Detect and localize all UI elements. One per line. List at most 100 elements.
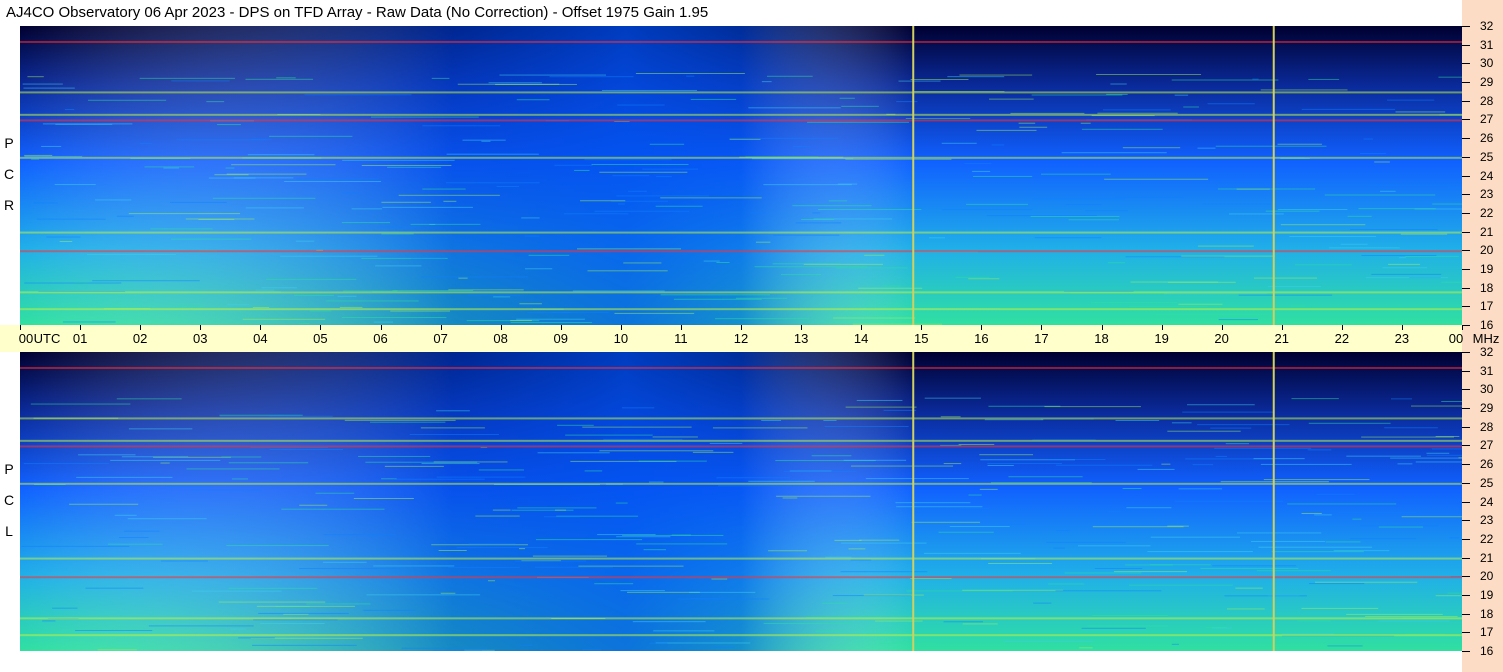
lcp-noise-streak	[962, 589, 1064, 591]
rcp-noise-streak	[898, 80, 941, 82]
rcp-noise-streak	[62, 321, 116, 323]
frequency-tick-label: 16	[1480, 318, 1494, 332]
lcp-noise-streak	[369, 421, 446, 423]
lcp-noise-streak	[69, 503, 139, 505]
lcp-noise-streak	[1192, 464, 1214, 466]
rcp-noise-streak	[554, 164, 593, 166]
lcp-noise-streak	[943, 463, 962, 465]
time-tick-label: 09	[553, 331, 568, 346]
lcp-noise-streak	[1077, 545, 1151, 547]
rcp-noise-streak	[1030, 216, 1120, 218]
lcp-noise-streak	[1055, 590, 1162, 592]
lcp-noise-streak	[1178, 488, 1223, 490]
lcp-noise-streak	[363, 609, 415, 611]
rcp-noise-streak	[208, 177, 256, 179]
lcp-noise-streak	[519, 645, 534, 647]
rcp-noise-streak	[1277, 143, 1322, 145]
rcp-noise-streak	[660, 294, 770, 296]
lcp-noise-streak	[393, 478, 485, 480]
rcp-noise-streak	[242, 318, 326, 320]
rcp-noise-streak	[1097, 112, 1178, 114]
rcp-noise-streak	[24, 154, 53, 156]
lcp-noise-streak	[856, 399, 903, 401]
lcp-noise-streak	[1212, 627, 1232, 629]
rcp-noise-streak	[516, 99, 550, 101]
lcp-noise-streak	[584, 470, 603, 472]
frequency-tick-label: 16	[1480, 644, 1494, 658]
frequency-tick	[1462, 325, 1470, 326]
rcp-noise-streak	[1110, 83, 1127, 85]
lcp-noise-streak	[436, 476, 526, 478]
rcp-noise-streak	[929, 237, 946, 239]
lcp-band-line	[20, 366, 1462, 369]
lcp-noise-streak	[186, 468, 280, 470]
lcp-noise-streak	[1215, 455, 1227, 457]
frequency-tick	[1462, 231, 1470, 233]
frequency-tick-label: 22	[1480, 531, 1494, 546]
lcp-noise-streak	[1220, 481, 1329, 483]
time-tick-label: 00	[1448, 331, 1464, 346]
lcp-noise-streak	[1056, 530, 1070, 532]
rcp-noise-streak	[1238, 294, 1333, 296]
rcp-noise-streak	[959, 74, 1033, 76]
rcp-noise-streak	[462, 139, 506, 141]
lcp-noise-streak	[436, 410, 470, 412]
rcp-daytime-overlay	[20, 26, 1462, 325]
rcp-noise-streak	[276, 77, 296, 79]
rcp-noise-streak	[24, 282, 122, 284]
rcp-noise-streak	[642, 168, 699, 170]
rcp-noise-streak	[510, 322, 592, 324]
rcp-noise-streak	[976, 129, 1037, 131]
frequency-tick-label: 21	[1480, 224, 1494, 239]
lcp-noise-streak	[1129, 584, 1233, 586]
lcp-noise-streak	[763, 622, 852, 624]
rcp-noise-streak	[296, 178, 379, 180]
frequency-tick-label: 30	[1480, 56, 1494, 71]
frequency-tick	[1462, 156, 1470, 158]
time-tick	[620, 325, 622, 330]
rcp-noise-streak	[955, 276, 990, 278]
rcp-noise-streak	[488, 82, 542, 84]
rcp-noise-streak	[1061, 152, 1167, 154]
rcp-noise-streak	[23, 87, 75, 89]
lcp-noise-streak	[1053, 547, 1065, 549]
rcp-noise-streak	[1399, 257, 1406, 259]
time-tick	[741, 325, 742, 330]
lcp-noise-streak	[1224, 595, 1307, 597]
lcp-vertical-marker	[1272, 352, 1275, 651]
lcp-noise-streak	[622, 534, 724, 536]
lcp-noise-streak	[1064, 572, 1142, 574]
rcp-noise-streak	[245, 207, 305, 209]
lcp-noise-streak	[433, 461, 508, 463]
rcp-noise-streak	[989, 98, 1034, 100]
time-tick-label: 20	[1214, 331, 1229, 346]
time-tick-label: 00	[18, 331, 34, 346]
rcp-noise-streak	[1268, 286, 1321, 288]
lcp-letter-l: L	[5, 523, 13, 539]
rcp-noise-streak	[342, 159, 455, 161]
lcp-noise-streak	[78, 454, 136, 456]
rcp-noise-streak	[1202, 203, 1271, 205]
lcp-noise-streak	[1359, 525, 1439, 527]
rcp-noise-streak	[387, 166, 442, 168]
rcp-vertical-marker	[1272, 26, 1275, 325]
rcp-noise-streak	[176, 139, 267, 141]
lcp-noise-streak	[718, 485, 815, 487]
frequency-tick	[1462, 100, 1470, 102]
lcp-noise-streak	[1308, 422, 1391, 424]
lcp-noise-streak	[221, 456, 262, 458]
rcp-noise-streak	[617, 203, 625, 205]
lcp-noise-streak	[1046, 541, 1126, 543]
lcp-noise-streak	[578, 565, 684, 567]
rcp-noise-streak	[1328, 247, 1400, 249]
lcp-noise-streak	[896, 506, 983, 508]
lcp-noise-streak	[924, 397, 981, 399]
lcp-noise-streak	[1226, 608, 1265, 610]
frequency-tick-label: 26	[1480, 457, 1494, 472]
rcp-noise-streak	[370, 116, 479, 118]
lcp-noise-streak	[1225, 443, 1250, 445]
lcp-noise-streak	[823, 419, 837, 421]
rcp-noise-streak	[599, 171, 688, 173]
lcp-noise-streak	[420, 427, 485, 429]
rcp-band-line	[20, 308, 1462, 311]
